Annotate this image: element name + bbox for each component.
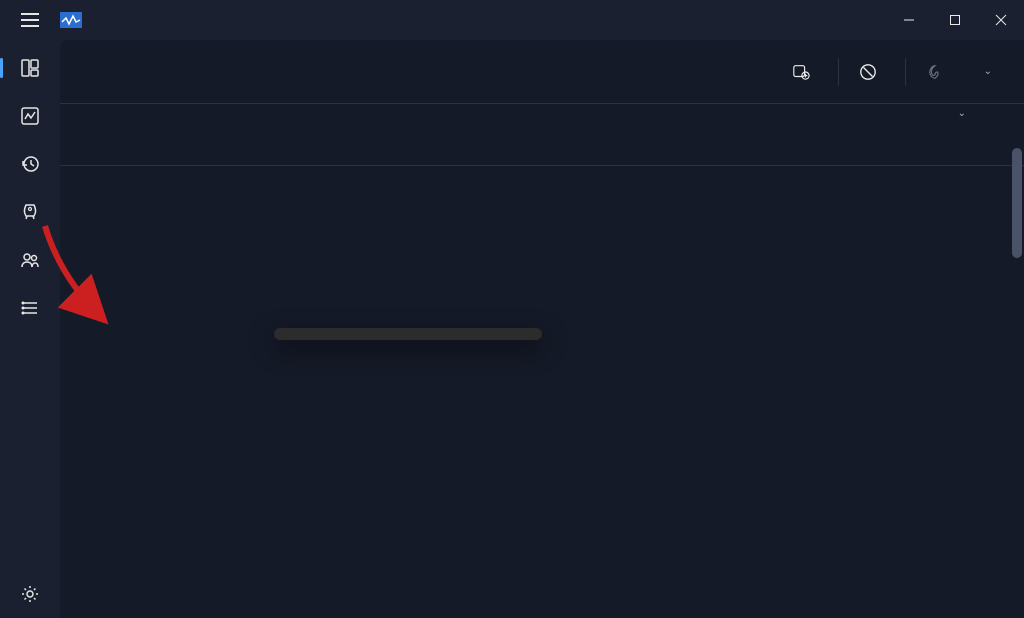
end-task-icon [859,63,877,81]
efficiency-icon [926,63,944,81]
app-icon [60,12,82,28]
sidebar-tab-app-history[interactable] [6,140,54,188]
toolbar: ⌄ [60,40,1024,104]
toolbar-divider-2 [905,58,906,86]
context-menu [274,328,542,340]
table-header: ⌄ [60,104,1024,166]
chevron-down-icon: ⌄ [984,66,992,77]
close-button[interactable] [978,0,1024,40]
hamburger-button[interactable] [10,0,50,40]
sidebar-tab-performance[interactable] [6,92,54,140]
sidebar-tab-processes[interactable] [6,44,54,92]
titlebar [0,0,1024,40]
main-panel: ⌄ ⌄ [60,40,1024,618]
task-manager-window: ⌄ ⌄ [0,0,1024,618]
column-network[interactable]: ⌄ [914,104,1010,165]
sort-caret-icon: ⌄ [958,108,966,119]
sidebar-tab-settings[interactable] [6,570,54,618]
run-task-icon [792,63,810,81]
end-task-button[interactable] [845,55,899,89]
minimize-button[interactable] [886,0,932,40]
window-controls [886,0,1024,40]
scrollbar[interactable] [1012,148,1022,258]
maximize-button[interactable] [932,0,978,40]
run-new-task-button[interactable] [778,55,832,89]
annotation-arrow [30,216,120,336]
toolbar-divider [838,58,839,86]
column-memory[interactable] [722,104,818,165]
view-button[interactable]: ⌄ [966,58,1004,85]
column-cpu[interactable] [626,104,722,165]
efficiency-mode-button [912,55,966,89]
column-disk[interactable] [818,104,914,165]
column-status[interactable] [466,104,626,165]
column-name[interactable] [122,104,466,165]
